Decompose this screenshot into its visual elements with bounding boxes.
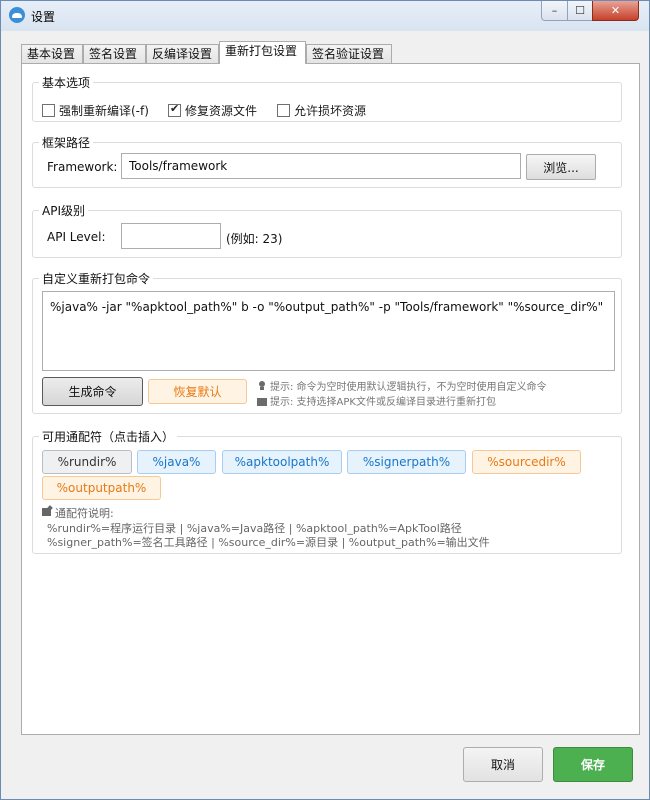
tab-repack-settings[interactable]: 重新打包设置 (219, 41, 306, 64)
hint-empty-command-text: 提示: 命令为空时使用默认逻辑执行，不为空时使用自定义命令 (270, 382, 547, 393)
wildcard-outputpath[interactable]: %outputpath% (42, 476, 161, 500)
wildcard-desc-title: 通配符说明: (55, 507, 114, 520)
basic-options-group: 基本选项 强制重新编译(-f) 修复资源文件 允许损坏资源 (32, 74, 622, 122)
custom-command-group: 自定义重新打包命令 %java% -jar "%apktool_path%" b… (32, 270, 622, 414)
note-edit-icon (42, 506, 53, 516)
basic-options-title: 基本选项 (39, 74, 94, 91)
wildcards-group: 可用通配符（点击插入） %rundir% %java% %apktoolpath… (32, 428, 622, 554)
cancel-button[interactable]: 取消 (463, 747, 543, 782)
package-icon (257, 396, 267, 406)
repack-settings-panel: 基本选项 强制重新编译(-f) 修复资源文件 允许损坏资源 框架路径 Frame… (21, 63, 640, 735)
custom-command-textarea[interactable]: %java% -jar "%apktool_path%" b -o "%outp… (42, 291, 615, 371)
hint-apk-support-text: 提示: 支持选择APK文件或反编译目录进行重新打包 (270, 397, 496, 408)
maximize-icon: ☐ (575, 4, 585, 17)
maximize-button[interactable]: ☐ (567, 1, 593, 21)
force-rebuild-label: 强制重新编译(-f) (59, 104, 149, 118)
fix-resources-option[interactable]: 修复资源文件 (168, 102, 257, 119)
title-bar: 设置 – ☐ ✕ (1, 1, 649, 31)
tab-basic-settings[interactable]: 基本设置 (21, 44, 83, 64)
allow-broken-resources-checkbox[interactable] (277, 104, 290, 117)
api-level-title: API级别 (39, 202, 88, 219)
allow-broken-resources-option[interactable]: 允许损坏资源 (277, 102, 366, 119)
wildcard-rundir[interactable]: %rundir% (42, 450, 132, 474)
app-cloud-icon (9, 7, 25, 23)
framework-path-title: 框架路径 (39, 134, 94, 151)
browse-button[interactable]: 浏览... (526, 154, 596, 180)
close-button[interactable]: ✕ (592, 1, 639, 21)
framework-label: Framework: (47, 160, 118, 174)
framework-path-input[interactable]: Tools/framework (121, 153, 521, 179)
save-button[interactable]: 保存 (553, 747, 633, 782)
wildcards-title: 可用通配符（点击插入） (39, 428, 178, 445)
restore-default-button[interactable]: 恢复默认 (148, 379, 247, 404)
api-level-example: (例如: 23) (226, 232, 283, 246)
force-rebuild-checkbox[interactable] (42, 104, 55, 117)
api-level-label: API Level: (47, 230, 106, 244)
custom-command-title: 自定义重新打包命令 (39, 270, 154, 287)
fix-resources-label: 修复资源文件 (185, 104, 258, 118)
wildcard-apktoolpath[interactable]: %apktoolpath% (222, 450, 342, 474)
wildcard-sourcedir[interactable]: %sourcedir% (472, 450, 581, 474)
fix-resources-checkbox[interactable] (168, 102, 181, 117)
minimize-icon: – (551, 4, 558, 17)
wildcard-desc-line2: %signer_path%=签名工具路径 | %source_dir%=源目录 … (47, 536, 490, 549)
minimize-button[interactable]: – (541, 1, 568, 21)
tab-decompile-settings[interactable]: 反编译设置 (146, 44, 219, 64)
api-level-group: API级别 API Level: (例如: 23) (32, 202, 622, 258)
tab-signature-settings[interactable]: 签名设置 (83, 44, 146, 64)
allow-broken-resources-label: 允许损坏资源 (294, 104, 367, 118)
lightbulb-icon (257, 380, 267, 391)
generate-command-button[interactable]: 生成命令 (42, 377, 143, 406)
api-level-input[interactable] (121, 223, 221, 249)
hint-empty-command: 提示: 命令为空时使用默认逻辑执行，不为空时使用自定义命令 (257, 378, 547, 393)
wildcard-java[interactable]: %java% (137, 450, 216, 474)
wildcard-signerpath[interactable]: %signerpath% (347, 450, 466, 474)
force-rebuild-option[interactable]: 强制重新编译(-f) (42, 102, 149, 119)
hint-apk-support: 提示: 支持选择APK文件或反编译目录进行重新打包 (257, 393, 496, 408)
settings-window: 设置 – ☐ ✕ 基本设置 签名设置 反编译设置 重新打包设置 签名验证设置 基… (0, 0, 650, 800)
window-title: 设置 (31, 10, 56, 24)
close-icon: ✕ (610, 4, 621, 17)
framework-path-group: 框架路径 Framework: Tools/framework 浏览... (32, 134, 622, 188)
tab-signature-verify-settings[interactable]: 签名验证设置 (306, 44, 392, 64)
